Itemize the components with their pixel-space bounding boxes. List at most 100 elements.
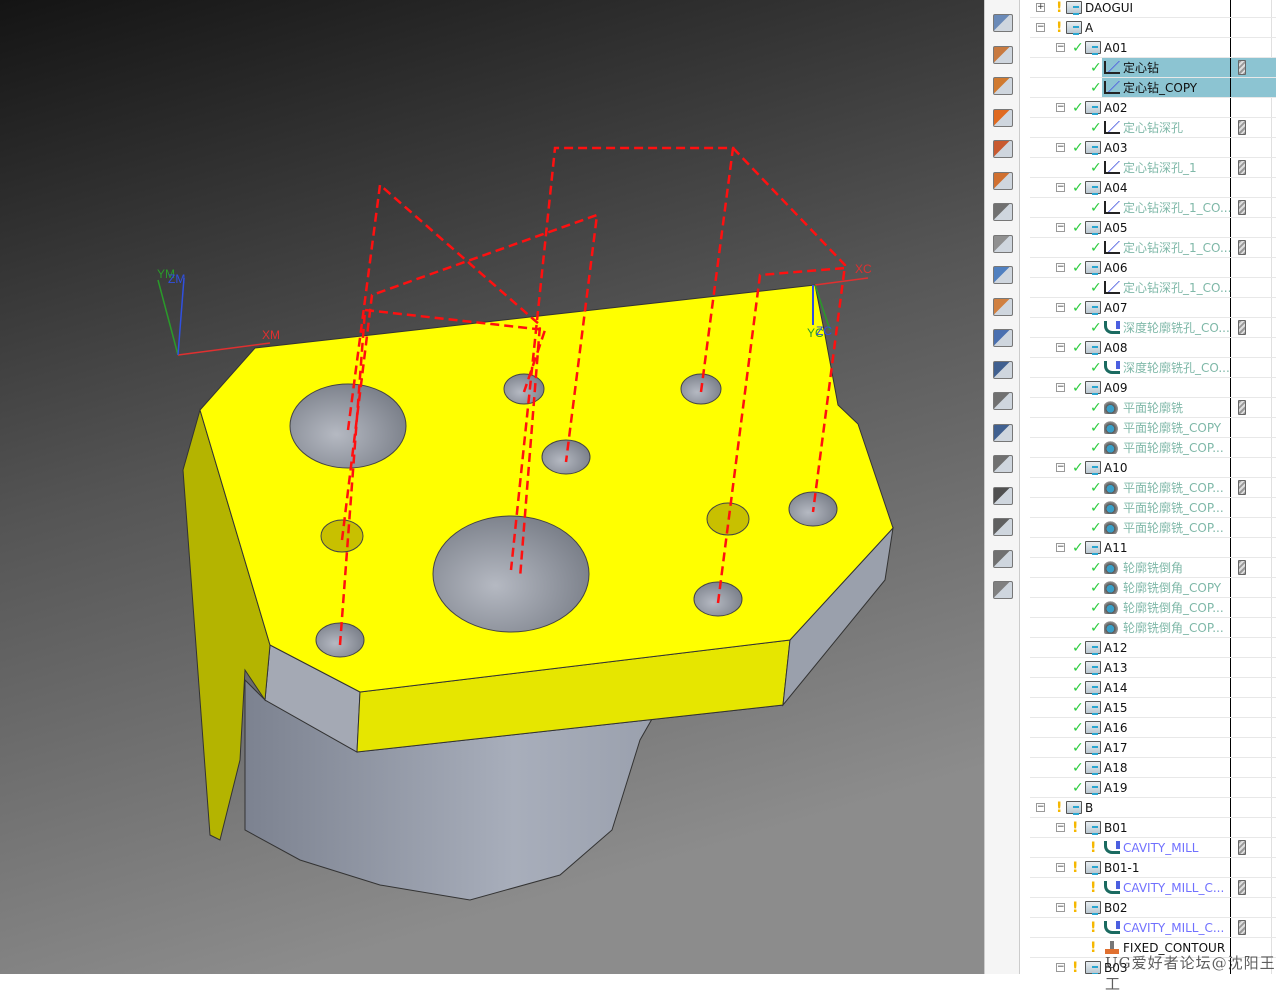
tree-row[interactable]: ✓ A14 (1030, 678, 1276, 698)
tree-row[interactable]: ✓ 定心钻深孔_1_CO... (1030, 278, 1276, 298)
tree-row-label: A13 (1104, 661, 1128, 675)
tool-icon (1238, 400, 1246, 415)
collapse-toggle[interactable]: − (1056, 143, 1065, 152)
tree-row[interactable]: ✓ 轮廓铣倒角_COP... (1030, 598, 1276, 618)
tree-row[interactable]: ✓ A17 (1030, 738, 1276, 758)
tree-row[interactable]: − ✓ A08 (1030, 338, 1276, 358)
tree-row[interactable]: ! CAVITY_MILL_C... (1030, 918, 1276, 938)
tree-row[interactable]: ✓ 定心钻深孔_1_CO... (1030, 238, 1276, 258)
tree-row[interactable]: ✓ 深度轮廓铣孔_CO... (1030, 318, 1276, 338)
gouge-check-button[interactable] (989, 577, 1017, 603)
collapse-toggle[interactable]: − (1056, 383, 1065, 392)
tree-row[interactable]: − ✓ A07 (1030, 298, 1276, 318)
create-operation-button[interactable] (989, 168, 1017, 194)
collapse-toggle[interactable]: − (1056, 863, 1065, 872)
tree-row[interactable]: −! B02 (1030, 898, 1276, 918)
collapse-toggle[interactable]: − (1056, 343, 1065, 352)
tool-path-button[interactable] (989, 262, 1017, 288)
tree-row[interactable]: +! DAOGUI (1030, 0, 1276, 18)
tree-row[interactable]: ✓ 平面轮廓铣_COP... (1030, 498, 1276, 518)
edit-object-button[interactable] (989, 231, 1017, 257)
tree-row[interactable]: ✓ 轮廓铣倒角_COP... (1030, 618, 1276, 638)
collapse-toggle[interactable]: − (1056, 223, 1065, 232)
collapse-toggle[interactable]: − (1036, 803, 1045, 812)
tree-row[interactable]: ! CAVITY_MILL (1030, 838, 1276, 858)
collapse-toggle[interactable]: − (1036, 23, 1045, 32)
cut-method-button[interactable] (989, 294, 1017, 320)
post-process-button[interactable] (989, 420, 1017, 446)
tree-row[interactable]: ✓ 定心钻 (1030, 58, 1276, 78)
tree-row[interactable]: ✓ 轮廓铣倒角_COPY (1030, 578, 1276, 598)
tree-row[interactable]: − ✓ A05 (1030, 218, 1276, 238)
graphics-viewport[interactable]: YM ZM XM XC YC ZC (0, 0, 984, 974)
tree-row[interactable]: ✓ 定心钻深孔_1 (1030, 158, 1276, 178)
tree-row[interactable]: ✓ A18 (1030, 758, 1276, 778)
collapse-toggle[interactable]: − (1056, 543, 1065, 552)
tree-row[interactable]: ! CAVITY_MILL_C... (1030, 878, 1276, 898)
program-folder-icon (1085, 761, 1101, 775)
tree-row[interactable]: ✓ 定心钻深孔 (1030, 118, 1276, 138)
tree-row[interactable]: −! B01 (1030, 818, 1276, 838)
tree-row[interactable]: ✓ 轮廓铣倒角 (1030, 558, 1276, 578)
collapse-toggle[interactable]: − (1056, 823, 1065, 832)
tree-row[interactable]: −! A (1030, 18, 1276, 38)
complete-check-icon: ✓ (1090, 60, 1102, 76)
tree-row[interactable]: ✓ A16 (1030, 718, 1276, 738)
tree-row[interactable]: − ✓ A02 (1030, 98, 1276, 118)
tree-row[interactable]: − ✓ A04 (1030, 178, 1276, 198)
tree-row[interactable]: − ✓ A10 (1030, 458, 1276, 478)
show-button[interactable] (989, 514, 1017, 540)
tree-row[interactable]: ✓ 平面轮廓铣_COP... (1030, 478, 1276, 498)
feeds-button[interactable] (989, 325, 1017, 351)
show-icon (993, 518, 1013, 536)
tree-row[interactable]: ✓ 深度轮廓铣孔_CO... (1030, 358, 1276, 378)
regenerate-warning-icon: ! (1090, 920, 1097, 936)
create-method-button[interactable] (989, 136, 1017, 162)
tree-row[interactable]: ✓ 平面轮廓铣 (1030, 398, 1276, 418)
create-geometry-button[interactable] (989, 105, 1017, 131)
tree-row[interactable]: − ✓ A06 (1030, 258, 1276, 278)
tree-row[interactable]: ✓ 平面轮廓铣_COP... (1030, 518, 1276, 538)
tree-row[interactable]: − ✓ A01 (1030, 38, 1276, 58)
tree-row[interactable]: − ✓ A09 (1030, 378, 1276, 398)
simulate-button[interactable] (989, 357, 1017, 383)
tree-row[interactable]: ✓ A19 (1030, 778, 1276, 798)
tree-row[interactable]: −! B (1030, 798, 1276, 818)
program-folder-icon (1085, 821, 1101, 835)
tree-row-label: A02 (1104, 101, 1128, 115)
create-tool-button[interactable] (989, 73, 1017, 99)
complete-check-icon: ✓ (1090, 420, 1102, 436)
tree-row[interactable]: ✓ 定心钻深孔_1_CO... (1030, 198, 1276, 218)
hide-button[interactable] (989, 546, 1017, 572)
collapse-toggle[interactable]: − (1056, 303, 1065, 312)
collapse-toggle[interactable]: − (1056, 463, 1065, 472)
collapse-toggle[interactable]: − (1056, 43, 1065, 52)
collapse-toggle[interactable]: − (1056, 263, 1065, 272)
expand-toggle[interactable]: + (1036, 3, 1045, 12)
tree-row[interactable]: − ✓ A03 (1030, 138, 1276, 158)
tree-row[interactable]: ✓ A12 (1030, 638, 1276, 658)
create-program-button[interactable] (989, 42, 1017, 68)
tree-row[interactable]: −! B01-1 (1030, 858, 1276, 878)
shop-doc-button[interactable] (989, 388, 1017, 414)
mill-operation-icon (1104, 601, 1120, 614)
verify-button[interactable] (989, 199, 1017, 225)
tree-row[interactable]: ✓ A13 (1030, 658, 1276, 678)
regenerate-warning-icon: ! (1090, 840, 1097, 856)
operation-navigator-tree[interactable]: +! DAOGUI −! A − ✓ A01 ✓ 定心钻 ✓ 定心钻_COPY − ✓ A02 ✓ 定心钻深孔… (1030, 0, 1276, 974)
output-cls-button[interactable] (989, 451, 1017, 477)
collapse-toggle[interactable]: − (1056, 103, 1065, 112)
collapse-toggle[interactable]: − (1056, 183, 1065, 192)
tree-row[interactable]: ✓ 平面轮廓铣_COP... (1030, 438, 1276, 458)
tree-row[interactable]: − ✓ A11 (1030, 538, 1276, 558)
collapse-toggle[interactable]: − (1056, 963, 1065, 972)
tree-row-label: B01 (1104, 821, 1128, 835)
tree-row[interactable]: ✓ 平面轮廓铣_COPY (1030, 418, 1276, 438)
3d-model-view[interactable]: YM ZM XM XC YC ZC (0, 0, 984, 974)
complete-check-icon: ✓ (1072, 340, 1084, 356)
tree-row[interactable]: ✓ 定心钻_COPY (1030, 78, 1276, 98)
machine-tool-button[interactable] (989, 10, 1017, 36)
save-button[interactable] (989, 483, 1017, 509)
tree-row[interactable]: ✓ A15 (1030, 698, 1276, 718)
collapse-toggle[interactable]: − (1056, 903, 1065, 912)
